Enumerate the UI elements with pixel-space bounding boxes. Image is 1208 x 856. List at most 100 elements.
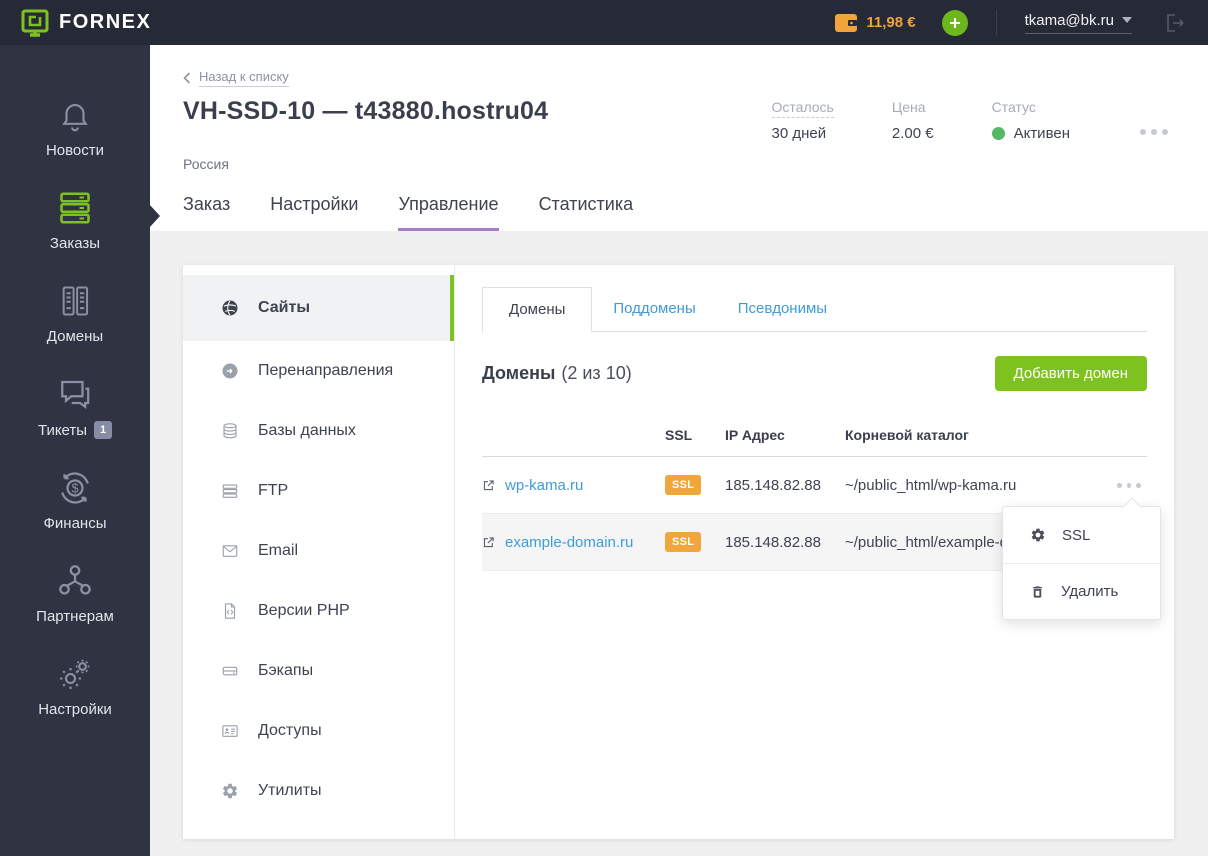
service-actions-button[interactable] — [1134, 123, 1174, 141]
table-header: SSL IP Адрес Корневой каталог — [482, 413, 1147, 457]
servers-icon — [57, 190, 93, 226]
chevron-down-icon — [1122, 17, 1132, 23]
tab-management[interactable]: Управление — [398, 194, 499, 231]
dropdown-item-ssl[interactable]: SSL — [1003, 507, 1160, 563]
sidebar-item-orders[interactable]: Заказы — [0, 190, 160, 252]
ssl-badge: SSL — [665, 532, 702, 552]
topbar-divider — [995, 9, 997, 36]
domains-tabs: Домены Поддомены Псевдонимы — [482, 287, 1147, 332]
col-ssl: SSL — [665, 426, 693, 443]
logout-button[interactable] — [1162, 11, 1186, 35]
domain-link[interactable]: wp-kama.ru — [505, 477, 583, 494]
tab-statistics[interactable]: Статистика — [539, 194, 634, 231]
gear-icon — [1030, 527, 1046, 543]
add-domain-button[interactable]: Добавить домен — [994, 356, 1147, 391]
gears-icon — [57, 656, 93, 692]
domains-heading: Домены (2 из 10) — [482, 363, 632, 383]
domains-count: (2 из 10) — [561, 363, 632, 383]
tab-aliases[interactable]: Псевдонимы — [717, 287, 848, 331]
management-card: Сайты Перенаправления Базы данных FTP Em… — [183, 265, 1174, 839]
menu-item-access[interactable]: Доступы — [183, 701, 454, 761]
menu-item-databases[interactable]: Базы данных — [183, 401, 454, 461]
service-location: Россия — [183, 156, 229, 172]
bell-icon — [58, 97, 92, 133]
chat-bubbles-icon — [57, 376, 93, 412]
svg-text:$: $ — [71, 481, 78, 496]
sidebar-item-settings[interactable]: Настройки — [0, 656, 150, 718]
menu-item-php[interactable]: Версии PHP — [183, 581, 454, 641]
dropdown-item-delete[interactable]: Удалить — [1003, 563, 1160, 619]
tab-order[interactable]: Заказ — [183, 194, 230, 231]
plus-icon — [949, 17, 961, 29]
ftp-icon — [221, 482, 239, 500]
sidebar-item-news[interactable]: Новости — [0, 97, 150, 159]
page-header: Назад к списку VH-SSD-10 — t43880.hostru… — [150, 45, 1208, 231]
external-link-icon — [482, 479, 495, 492]
status-value: Активен — [1013, 125, 1070, 142]
stat-remaining: Осталось 30 дней — [771, 99, 834, 142]
row-actions-button[interactable] — [1111, 477, 1147, 494]
tab-domains[interactable]: Домены — [482, 287, 593, 332]
management-menu: Сайты Перенаправления Базы данных FTP Em… — [183, 265, 455, 839]
brand-logo[interactable]: FORNEX — [20, 9, 151, 37]
menu-item-email[interactable]: Email — [183, 521, 454, 581]
sidebar-item-label: Новости — [45, 142, 105, 159]
sidebar-item-label: Партнерам — [36, 608, 114, 625]
page-title: VH-SSD-10 — t43880.hostru04 — [183, 97, 549, 125]
external-link-icon — [482, 536, 495, 549]
network-icon — [57, 563, 93, 599]
back-link[interactable]: Назад к списку — [183, 69, 289, 87]
sidebar-item-partners[interactable]: Партнерам — [0, 563, 150, 625]
user-menu[interactable]: tkama@bk.ru — [1024, 11, 1132, 34]
chevron-left-icon — [183, 72, 191, 84]
sidebar-item-domains[interactable]: Домены — [0, 283, 150, 345]
ssl-badge: SSL — [665, 475, 702, 495]
sidebar: Новости Заказы Домены Тикеты 1 $ Финансы… — [0, 45, 160, 856]
menu-item-redirects[interactable]: Перенаправления — [183, 341, 454, 401]
tab-settings[interactable]: Настройки — [270, 194, 358, 231]
ip-address: 185.148.82.88 — [725, 476, 821, 494]
envelope-icon — [221, 542, 239, 560]
gear-icon — [221, 782, 239, 800]
sidebar-item-finance[interactable]: $ Финансы — [0, 470, 150, 532]
trash-icon — [1030, 584, 1045, 600]
stat-price: Цена 2.00 € — [891, 99, 934, 142]
root-directory: ~/public_html/wp-kama.ru — [845, 476, 1017, 494]
file-code-icon — [221, 602, 239, 620]
topbar: FORNEX 11,98 € tkama@bk.ru — [0, 0, 1208, 45]
stat-status: Статус Активен — [991, 99, 1070, 142]
sidebar-item-label: Заказы — [49, 235, 101, 252]
row-actions-dropdown: SSL Удалить — [1002, 497, 1161, 620]
col-root: Корневой каталог — [845, 426, 969, 443]
add-funds-button[interactable] — [941, 9, 968, 36]
drive-icon — [221, 662, 239, 680]
finance-icon: $ — [57, 470, 93, 506]
menu-item-utilities[interactable]: Утилиты — [183, 761, 454, 821]
domain-link[interactable]: example-domain.ru — [505, 534, 633, 551]
menu-item-backups[interactable]: Бэкапы — [183, 641, 454, 701]
id-card-icon — [221, 722, 239, 740]
tab-subdomains[interactable]: Поддомены — [592, 287, 716, 331]
balance[interactable]: 11,98 € — [835, 13, 916, 32]
redirect-icon — [221, 362, 239, 380]
menu-item-sites[interactable]: Сайты — [183, 275, 454, 341]
tickets-badge: 1 — [94, 421, 113, 439]
brand-name: FORNEX — [59, 11, 152, 33]
sidebar-item-label: Финансы — [43, 515, 107, 532]
service-tabs: Заказ Настройки Управление Статистика — [183, 194, 1174, 231]
wallet-icon — [835, 13, 858, 32]
service-stats: Осталось 30 дней Цена 2.00 € Статус Акти… — [771, 97, 1070, 142]
globe-icon — [221, 299, 239, 317]
status-dot-icon — [991, 127, 1005, 140]
racks-icon — [58, 283, 92, 319]
domains-panel: Домены Поддомены Псевдонимы Домены (2 из … — [455, 265, 1174, 839]
active-item-arrow — [149, 204, 160, 228]
col-ip: IP Адрес — [725, 426, 785, 443]
sidebar-item-label: Домены — [46, 328, 104, 345]
sidebar-item-label: Настройки — [38, 701, 112, 718]
sidebar-item-tickets[interactable]: Тикеты 1 — [0, 376, 150, 439]
menu-item-ftp[interactable]: FTP — [183, 461, 454, 521]
user-email: tkama@bk.ru — [1024, 11, 1114, 29]
database-icon — [221, 422, 239, 440]
sidebar-item-label: Тикеты 1 — [38, 421, 113, 439]
